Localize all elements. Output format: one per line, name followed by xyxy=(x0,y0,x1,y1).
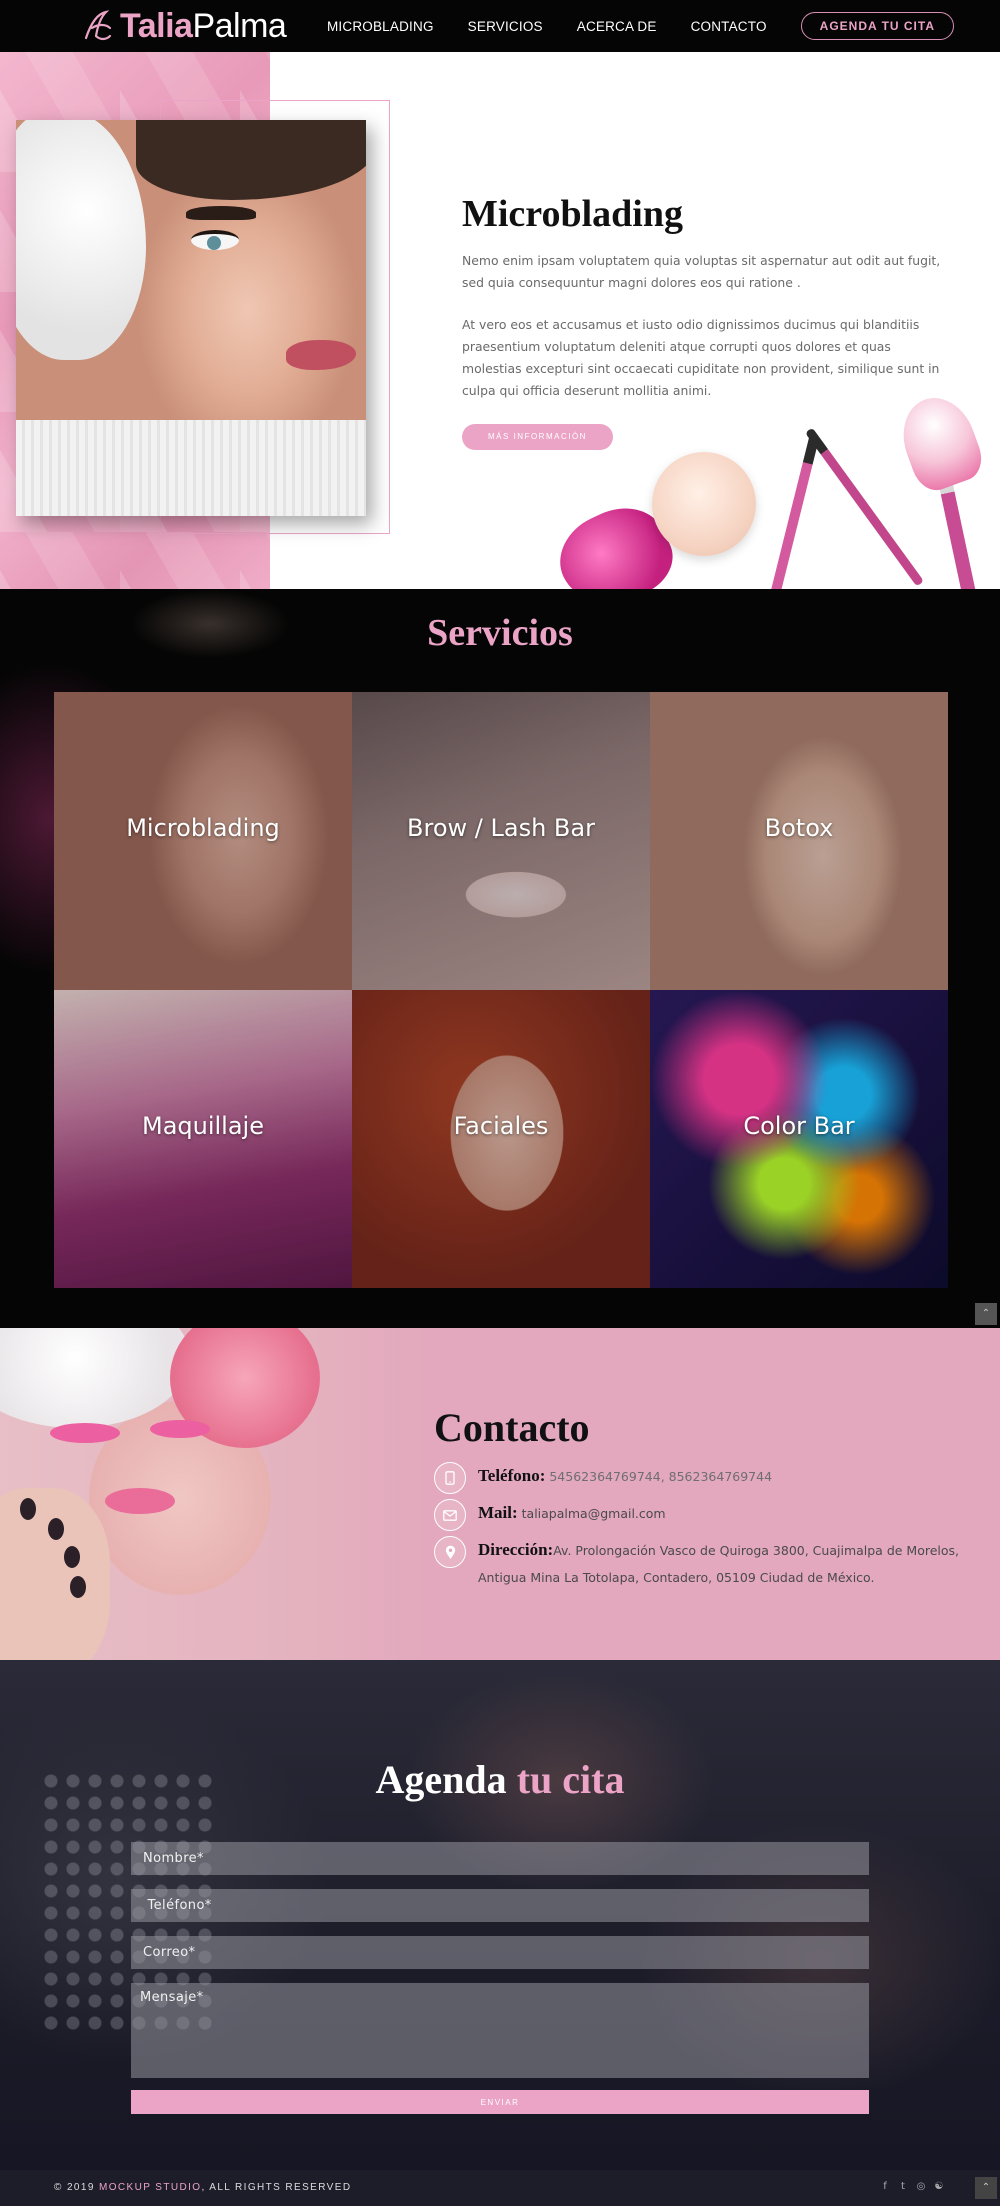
nav-link-microblading[interactable]: MICROBLADING xyxy=(327,19,434,34)
studio-link[interactable]: MOCKUP STUDIO xyxy=(99,2182,201,2193)
service-tile-faciales[interactable]: Faciales xyxy=(352,990,650,1288)
map-pin-icon xyxy=(434,1536,466,1568)
makeup-brush-image xyxy=(891,387,989,497)
scroll-to-top-icon[interactable]: ⌃ xyxy=(975,1303,997,1325)
facebook-icon[interactable]: f xyxy=(880,2181,890,2192)
contact-mail-row: Mail: taliapalma@gmail.com xyxy=(434,1499,978,1531)
service-label: Maquillaje xyxy=(141,1112,264,1140)
booking-title: Agenda tu cita xyxy=(375,1757,625,1802)
name-input[interactable] xyxy=(131,1842,869,1875)
hero-section: Microblading Nemo enim ipsam voluptatem … xyxy=(0,52,1000,589)
phone-input[interactable] xyxy=(131,1889,869,1922)
nav-link-acerca-de[interactable]: ACERCA DE xyxy=(577,19,657,34)
service-tile-botox[interactable]: Botox xyxy=(650,692,948,990)
hero-title: Microblading xyxy=(462,193,683,235)
phone-value[interactable]: 54562364769744, 8562364769744 xyxy=(549,1469,772,1484)
service-label: Brow / Lash Bar xyxy=(407,814,595,842)
services-title: Servicios xyxy=(427,612,573,654)
service-label: Color Bar xyxy=(743,1112,855,1140)
skype-icon[interactable]: ☯ xyxy=(934,2181,944,2192)
makeup-brush-image xyxy=(770,433,820,589)
service-label: Microblading xyxy=(126,814,280,842)
more-info-button[interactable]: MÁS INFORMACIÓN xyxy=(462,424,613,450)
send-button[interactable]: ENVIAR xyxy=(131,2090,869,2114)
makeup-sponge-image xyxy=(652,452,756,556)
services-grid: Microblading Brow / Lash Bar Botox Maqui… xyxy=(54,692,948,1288)
brand-logo[interactable]: TaliaPalma xyxy=(76,6,287,46)
services-section: Servicios Microblading Brow / Lash Bar B… xyxy=(0,589,1000,1328)
mail-value[interactable]: taliapalma@gmail.com xyxy=(522,1506,666,1521)
nav-links: MICROBLADING SERVICIOS ACERCA DE CONTACT… xyxy=(327,0,1000,52)
service-label: Botox xyxy=(764,814,834,842)
contact-section: Contacto Teléfono: 54562364769744, 85623… xyxy=(0,1328,1000,1660)
hero-paragraph: At vero eos et accusamus et iusto odio d… xyxy=(462,317,940,398)
contact-phone-row: Teléfono: 54562364769744, 8562364769744 xyxy=(434,1462,978,1494)
contact-model-photo xyxy=(0,1328,430,1660)
service-tile-brow-lash-bar[interactable]: Brow / Lash Bar xyxy=(352,692,650,990)
service-label: Faciales xyxy=(453,1112,549,1140)
scroll-to-top-icon[interactable]: ⌃ xyxy=(975,2177,997,2199)
logo-monogram-icon xyxy=(84,10,112,41)
phone-label: Teléfono: xyxy=(478,1466,546,1485)
contact-address-row: Dirección:Av. Prolongación Vasco de Quir… xyxy=(434,1536,978,1591)
envelope-icon xyxy=(434,1499,466,1531)
footer: © 2019 MOCKUP STUDIO, ALL RIGHTS RESERVE… xyxy=(0,2170,1000,2206)
hero-paragraph: Nemo enim ipsam voluptatem quia voluptas… xyxy=(462,253,941,290)
hero-microblading-photo xyxy=(16,120,366,516)
book-appointment-button[interactable]: AGENDA TU CITA xyxy=(800,12,954,40)
copyright-text: © 2019 MOCKUP STUDIO, ALL RIGHTS RESERVE… xyxy=(54,2182,352,2193)
service-tile-maquillaje[interactable]: Maquillaje xyxy=(54,990,352,1288)
service-tile-microblading[interactable]: Microblading xyxy=(54,692,352,990)
brand-name: TaliaPalma xyxy=(120,6,287,45)
service-tile-color-bar[interactable]: Color Bar xyxy=(650,990,948,1288)
nav-link-contacto[interactable]: CONTACTO xyxy=(691,19,767,34)
dribbble-icon[interactable]: ◎ xyxy=(916,2181,926,2192)
twitter-icon[interactable]: t xyxy=(898,2181,908,2192)
contact-title: Contacto xyxy=(434,1405,590,1450)
social-links: f t ◎ ☯ xyxy=(880,2181,944,2192)
top-navbar: TaliaPalma MICROBLADING SERVICIOS ACERCA… xyxy=(0,0,1000,52)
address-label: Dirección: xyxy=(478,1540,554,1559)
mobile-phone-icon xyxy=(434,1462,466,1494)
nav-link-servicios[interactable]: SERVICIOS xyxy=(468,19,543,34)
mail-label: Mail: xyxy=(478,1503,518,1522)
email-input[interactable] xyxy=(131,1936,869,1969)
booking-section: Agenda tu cita ENVIAR xyxy=(0,1660,1000,2170)
message-textarea[interactable] xyxy=(131,1983,869,2078)
